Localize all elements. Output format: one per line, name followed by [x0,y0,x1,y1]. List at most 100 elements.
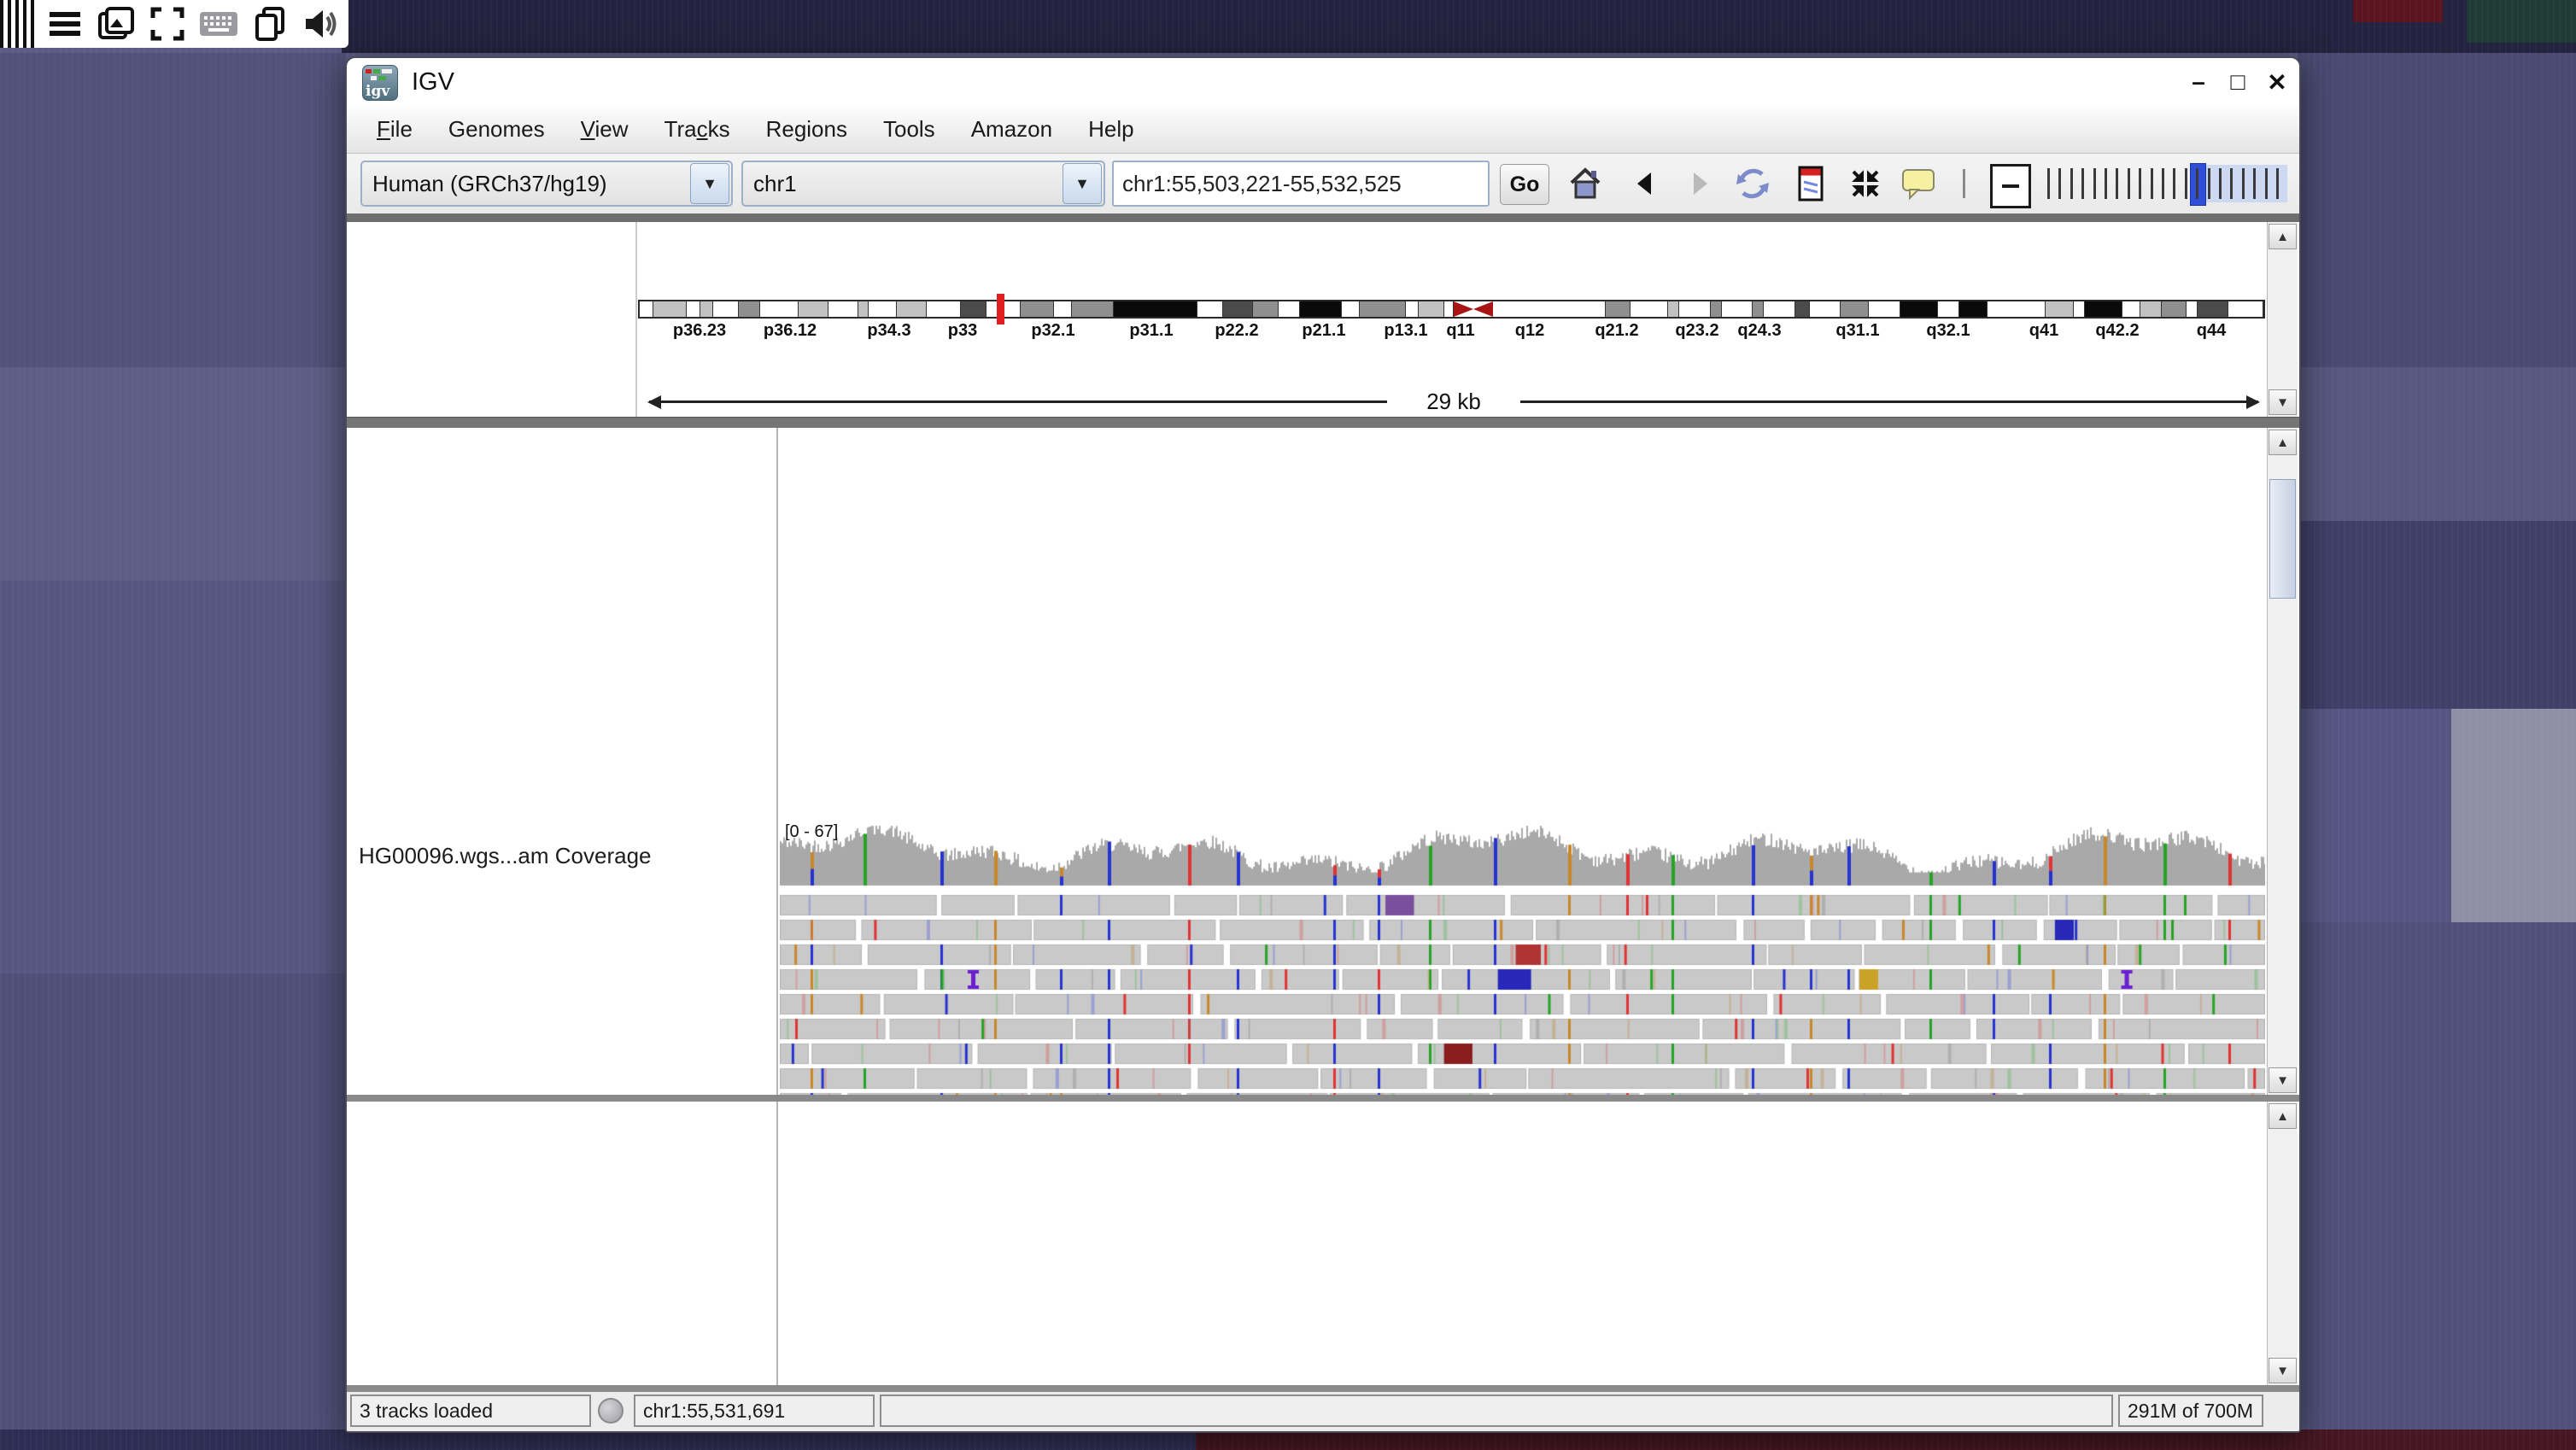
zoom-tick [2196,168,2198,199]
menu-item-view[interactable]: View [563,109,647,149]
cytoband [687,301,700,317]
chevron-down-icon[interactable]: ▼ [1063,163,1102,204]
menu-item-genomes[interactable]: Genomes [430,109,563,149]
menu-icon[interactable] [43,3,87,44]
chevron-down-icon[interactable]: ▼ [690,163,729,204]
message-status [880,1394,2113,1427]
taskbar-grip[interactable] [0,0,36,48]
ruler-arrowhead-left [647,395,661,409]
cytoband-label: p33 [948,321,977,341]
coverage-range-label: [0 - 67] [785,822,838,842]
zoom-slider-highlight [2205,165,2287,202]
zoom-tick [2185,168,2187,199]
chromosome-ideogram[interactable] [638,300,2265,319]
genome-select-value: Human (GRCh37/hg19) [362,171,688,197]
minimize-button[interactable]: – [2181,65,2216,99]
cytoband [1679,301,1711,317]
igv-window: igv IGV – □ ✕ FileGenomesViewTracksRegio… [345,56,2301,1433]
cytoband [1114,301,1197,317]
scroll-down-icon[interactable]: ▼ [2269,389,2297,415]
scrollbar-thumb[interactable] [2269,479,2296,599]
status-indicator-icon [598,1398,624,1424]
zoom-slider[interactable] [2043,162,2287,205]
cytoband-label: q24.3 [1737,321,1781,341]
title-bar[interactable]: igv IGV – □ ✕ [347,58,2299,107]
zoom-out-button[interactable] [1990,164,2031,208]
cytoband [1722,301,1753,317]
refresh-icon[interactable] [1730,164,1775,203]
coverage-plot[interactable] [780,821,2265,889]
name-panel-divider[interactable] [776,428,778,1095]
close-button[interactable]: ✕ [2260,65,2294,99]
cytoband-label: p31.1 [1129,321,1173,341]
ideogram-ruler-panel[interactable]: p36.23p36.12p34.3p33p32.1p31.1p22.2p21.1… [347,222,2299,417]
scroll-up-icon[interactable]: ▲ [2269,1103,2297,1129]
cytoband [1841,301,1869,317]
ideogram-q-arm [1493,301,2263,317]
back-icon[interactable] [1623,164,1667,203]
cytoband [713,301,739,317]
zoom-tick [2162,168,2164,199]
fullscreen-icon[interactable] [145,3,190,44]
scroll-down-icon[interactable]: ▼ [2269,1358,2297,1383]
cytoband-label: p13.1 [1384,321,1427,341]
menu-item-help[interactable]: Help [1070,109,1151,149]
cytoband [1764,301,1795,317]
desktop-patch [2298,53,2576,367]
cytoband [2228,301,2263,317]
scroll-down-icon[interactable]: ▼ [2269,1067,2297,1093]
menu-item-amazon[interactable]: Amazon [953,109,1070,149]
menu-item-tracks[interactable]: Tracks [647,109,748,149]
genes-scrollbar[interactable]: ▲ ▼ [2267,1102,2298,1385]
go-button[interactable]: Go [1500,164,1549,205]
cytoband [760,301,799,317]
cytoband [1253,301,1279,317]
horizontal-splitter[interactable] [347,1385,2299,1392]
tracks-scrollbar[interactable]: ▲ ▼ [2267,428,2298,1095]
speaker-icon[interactable] [299,3,343,44]
cytoband [799,301,828,317]
zoom-tick [2265,168,2268,199]
cytoband-label: p34.3 [867,321,910,341]
ideogram-scrollbar[interactable]: ▲ ▼ [2267,222,2298,417]
cytoband [1493,301,1606,317]
coverage-track-name[interactable]: HG00096.wgs...am Coverage [359,843,652,869]
forward-icon[interactable] [1677,164,1722,203]
zoom-tick [2128,168,2130,199]
screenshot-icon[interactable] [94,3,138,44]
cytoband [869,301,897,317]
menu-item-file[interactable]: File [359,109,430,149]
region-tool-icon[interactable] [1789,164,1833,203]
genome-select[interactable]: Human (GRCh37/hg19) ▼ [360,161,733,207]
cytoband-label: q21.2 [1595,321,1638,341]
cytoband [1810,301,1841,317]
desktop-patch [0,973,345,1450]
home-icon[interactable] [1563,164,1607,203]
cytoband [1021,301,1055,317]
zoom-tick [2070,168,2073,199]
zoom-tick [2081,168,2084,199]
maximize-button[interactable]: □ [2221,65,2255,99]
name-panel-divider[interactable] [776,1102,778,1385]
menu-item-regions[interactable]: Regions [748,109,865,149]
scroll-up-icon[interactable]: ▲ [2269,430,2297,455]
chromosome-select[interactable]: chr1 ▼ [741,161,1105,207]
cytoband [2140,301,2162,317]
cytoband [2085,301,2123,317]
horizontal-splitter[interactable] [347,1095,2299,1102]
copy-icon[interactable] [248,3,292,44]
cytoband [927,301,961,317]
keyboard-icon[interactable] [196,3,241,44]
menu-item-tools[interactable]: Tools [865,109,953,149]
fit-window-icon[interactable] [1843,164,1888,203]
cytoband [2074,301,2085,317]
cytoband [1072,301,1114,317]
desktop-top-strip [342,0,2576,53]
window-title: IGV [412,68,454,96]
tooltip-bubble-icon[interactable] [1896,164,1941,203]
status-bar: 3 tracks loaded chr1:55,531,691 291M of … [347,1392,2299,1431]
cytoband [1197,301,1223,317]
zoom-tick [2151,168,2153,199]
locus-input[interactable] [1112,161,1490,207]
scroll-up-icon[interactable]: ▲ [2269,224,2297,249]
